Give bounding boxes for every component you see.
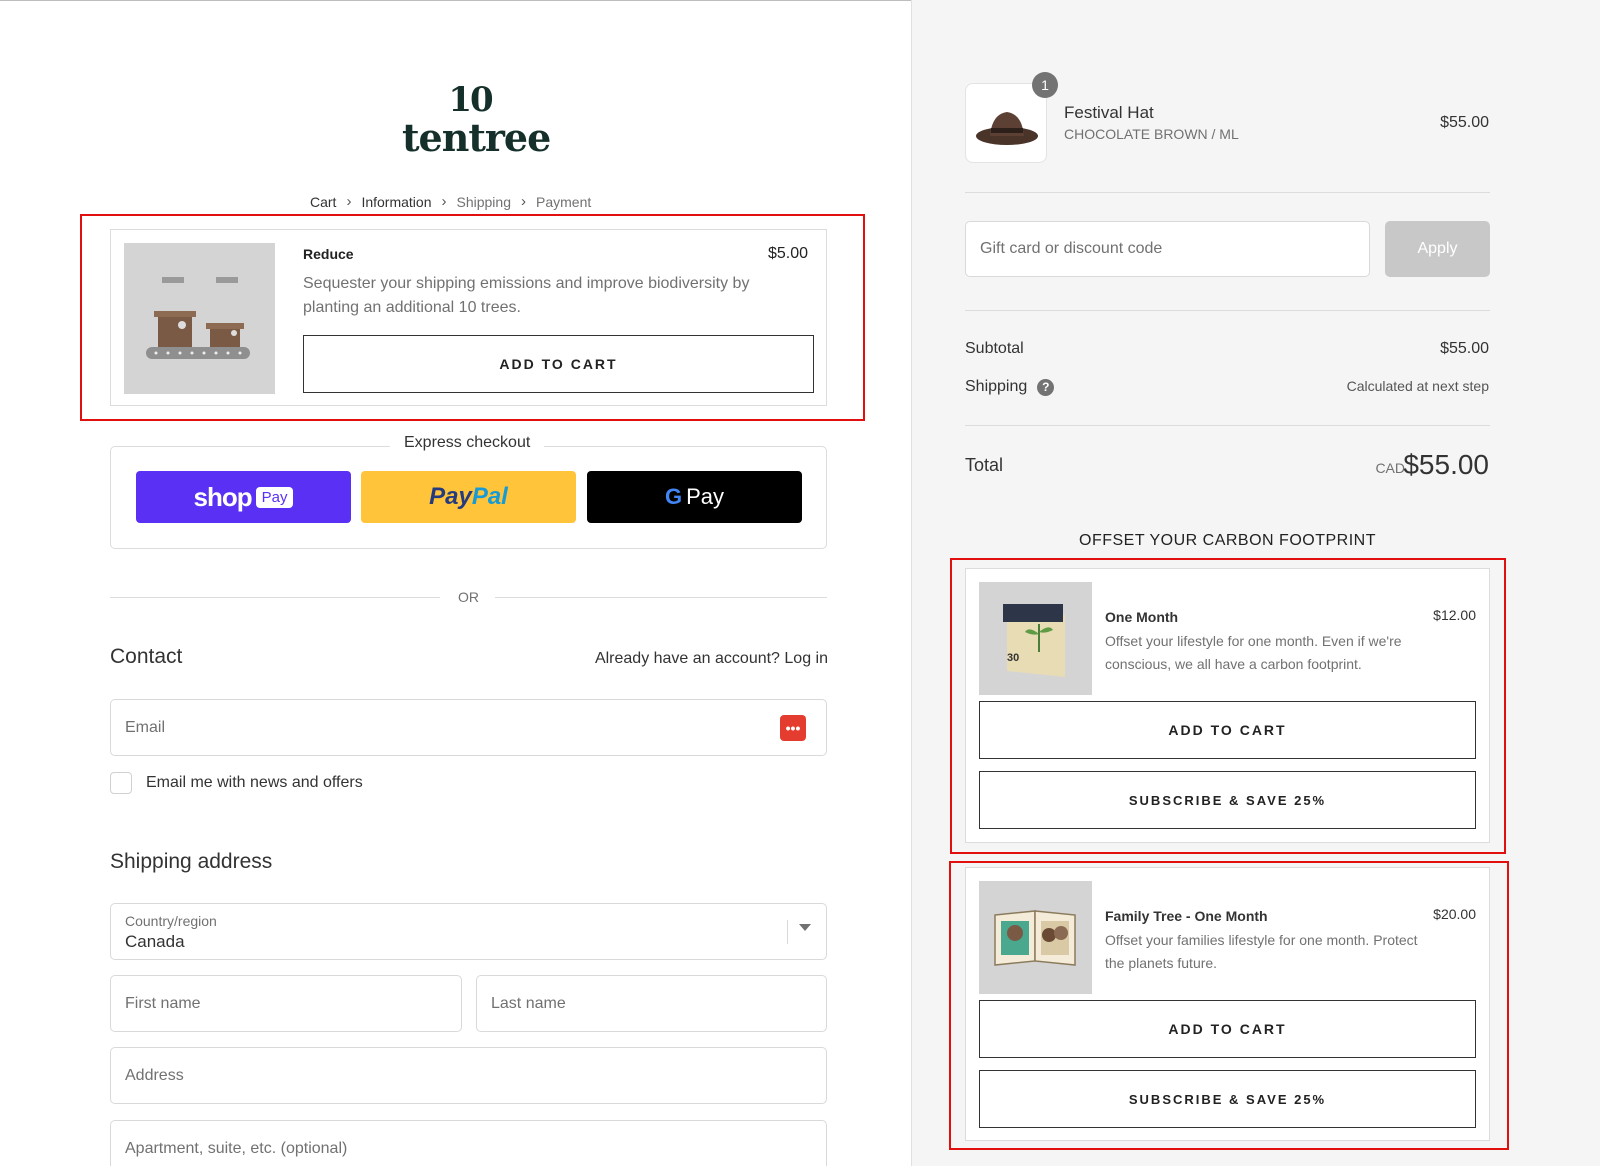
logo-mark: 10 [448, 80, 493, 120]
breadcrumb: Cart › Information › Shipping › Payment [310, 193, 591, 210]
subtotal-value: $55.00 [1440, 340, 1489, 357]
breadcrumb-information: Information [361, 193, 432, 210]
google-g-icon: G [664, 484, 683, 509]
google-pay-label: Pay [686, 484, 725, 509]
apartment-field[interactable]: Apartment, suite, etc. (optional) [110, 1120, 827, 1166]
address-field[interactable]: Address [110, 1047, 827, 1104]
highlight-box [949, 861, 1509, 1150]
last-name-field[interactable]: Last name [476, 975, 827, 1032]
offset-section-title: OFFSET YOUR CARBON FOOTPRINT [1079, 532, 1376, 549]
divider-line [965, 192, 1490, 193]
divider-line [495, 597, 827, 598]
login-link[interactable]: Already have an account? Log in [595, 650, 828, 668]
product-thumbnail [965, 83, 1047, 163]
shop-pay-button[interactable]: shop Pay [136, 471, 351, 523]
shipping-label-row: Shipping ? [965, 378, 1055, 396]
paypal-logo-a: Pay [429, 483, 472, 510]
select-divider [787, 920, 788, 944]
help-icon[interactable]: ? [1037, 378, 1055, 396]
product-price: $55.00 [1440, 114, 1489, 131]
highlight-box [950, 558, 1506, 854]
total-value: $55.00 [1403, 449, 1489, 480]
address-placeholder: Address [125, 1067, 184, 1084]
shipping-address-heading: Shipping address [110, 850, 273, 873]
google-pay-button[interactable]: G Pay [587, 471, 802, 523]
first-name-placeholder: First name [125, 995, 201, 1012]
brand-logo[interactable]: 10 tentree [402, 80, 551, 160]
chevron-right-icon: › [441, 193, 447, 210]
shipping-label: Shipping [965, 378, 1028, 395]
product-name: Festival Hat [1064, 103, 1154, 122]
highlight-box [80, 214, 865, 421]
subtotal-label: Subtotal [965, 340, 1024, 357]
breadcrumb-shipping: Shipping [456, 193, 512, 210]
email-field[interactable]: Email ••• [110, 699, 827, 756]
contact-heading: Contact [110, 645, 183, 668]
divider-line [965, 310, 1490, 311]
hat-icon [976, 112, 1038, 145]
first-name-field[interactable]: First name [110, 975, 462, 1032]
email-placeholder: Email [125, 719, 166, 736]
country-select[interactable]: Country/region Canada [110, 903, 827, 960]
country-value: Canada [125, 932, 185, 951]
express-checkout-title: Express checkout [390, 434, 545, 452]
product-variant: CHOCOLATE BROWN / ML [1064, 126, 1239, 142]
shop-pay-chip: Pay [255, 486, 294, 508]
divider-line [110, 597, 440, 598]
or-divider: OR [458, 589, 479, 605]
shipping-value: Calculated at next step [1346, 378, 1489, 394]
chevron-right-icon: › [346, 193, 352, 210]
country-label: Country/region [125, 913, 217, 929]
apply-button[interactable]: Apply [1385, 221, 1490, 277]
chevron-right-icon: › [521, 193, 526, 210]
apartment-placeholder: Apartment, suite, etc. (optional) [125, 1140, 348, 1157]
paypal-button[interactable]: PayPal [361, 471, 576, 523]
newsletter-checkbox[interactable] [110, 772, 132, 794]
breadcrumb-payment: Payment [536, 193, 592, 210]
breadcrumb-cart[interactable]: Cart [310, 194, 336, 210]
chevron-down-icon [799, 924, 811, 931]
paypal-logo: PayPal [429, 483, 508, 511]
total-label: Total [965, 455, 1004, 475]
discount-placeholder: Gift card or discount code [980, 240, 1163, 257]
paypal-logo-b: Pal [471, 483, 508, 510]
logo-text: tentree [402, 115, 551, 160]
currency-code: CAD [1375, 460, 1405, 476]
password-manager-icon[interactable]: ••• [780, 715, 806, 741]
divider-line [965, 425, 1490, 426]
shop-pay-logo: shop [193, 481, 253, 512]
newsletter-label[interactable]: Email me with news and offers [146, 774, 363, 792]
last-name-placeholder: Last name [491, 995, 566, 1012]
discount-code-input[interactable]: Gift card or discount code [965, 221, 1370, 277]
quantity-badge: 1 [1032, 72, 1058, 98]
